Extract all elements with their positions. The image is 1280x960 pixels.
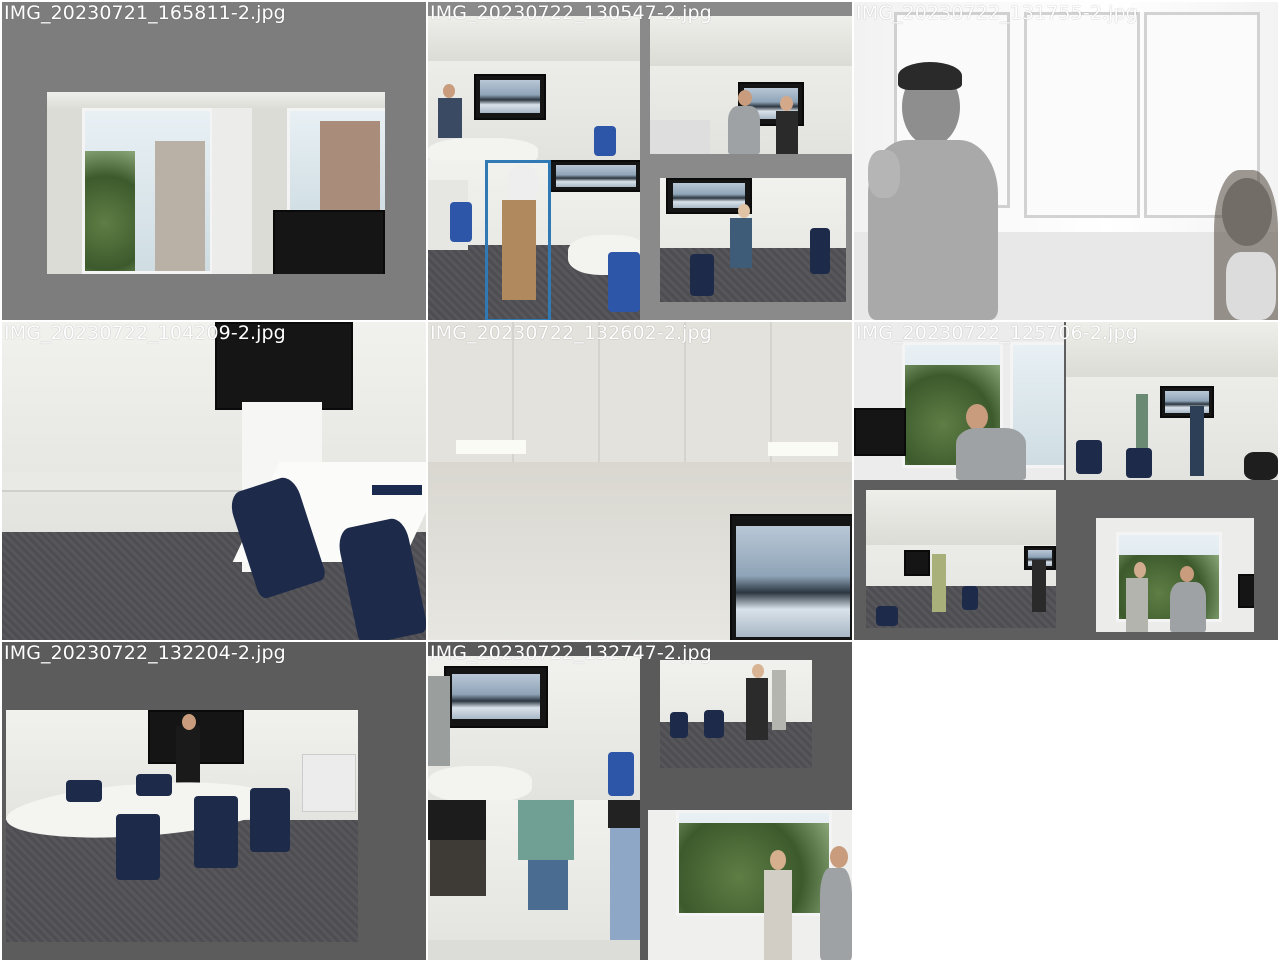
photo-classroom-wide — [866, 490, 1056, 628]
mosaic-tile-3: IMG_20230722_131755-2.jpg — [854, 2, 1278, 320]
image-caption: IMG_20230721_165811-2.jpg — [4, 2, 286, 24]
photo-classroom-people — [1066, 322, 1278, 480]
image-caption: IMG_20230722_130547-2.jpg — [430, 2, 712, 24]
photo-people-dancing-room — [660, 660, 812, 768]
photo-room-walking: 0 — [428, 160, 640, 320]
photo-people-closeup-legs — [428, 800, 640, 960]
photo-room-dancing — [660, 178, 846, 302]
photo-two-people-window — [1096, 518, 1254, 632]
mosaic-tile-4: IMG_20230722_104209-2.jpg — [2, 322, 426, 640]
mosaic-tile-5: IMG_20230722_132602-2.jpg — [428, 322, 852, 640]
mosaic-tile-7: IMG_20230722_132204-2.jpg — [2, 642, 426, 960]
mosaic-tile-2: 0 IMG_20230722_130547-2.jpg — [428, 2, 852, 320]
photo-room-tv-person — [428, 16, 640, 160]
photo-room-two-people — [650, 16, 852, 154]
photo-ceiling-screen — [428, 322, 852, 640]
image-caption: IMG_20230722_132204-2.jpg — [4, 642, 286, 664]
mosaic-tile-6: IMG_20230722_125706-2.jpg — [854, 322, 1278, 640]
detection-box — [485, 160, 551, 320]
image-caption: IMG_20230722_104209-2.jpg — [4, 322, 286, 344]
photo-room-corner-desk — [2, 322, 426, 640]
image-caption: IMG_20230722_131755-2.jpg — [856, 2, 1138, 24]
photo-people-waving — [854, 2, 1278, 320]
photo-window-room — [47, 92, 385, 274]
mosaic-tile-8: IMG_20230722_132747-2.jpg — [428, 642, 852, 960]
image-caption: IMG_20230722_125706-2.jpg — [856, 322, 1138, 344]
image-caption: IMG_20230722_132602-2.jpg — [430, 322, 712, 344]
photo-person-window — [854, 322, 1064, 480]
photo-conference-table — [6, 710, 358, 942]
photo-people-window-waving — [648, 810, 852, 960]
image-caption: IMG_20230722_132747-2.jpg — [430, 642, 712, 664]
mosaic-tile-1: IMG_20230721_165811-2.jpg — [2, 2, 426, 320]
photo-room-tv-screen — [428, 656, 640, 800]
